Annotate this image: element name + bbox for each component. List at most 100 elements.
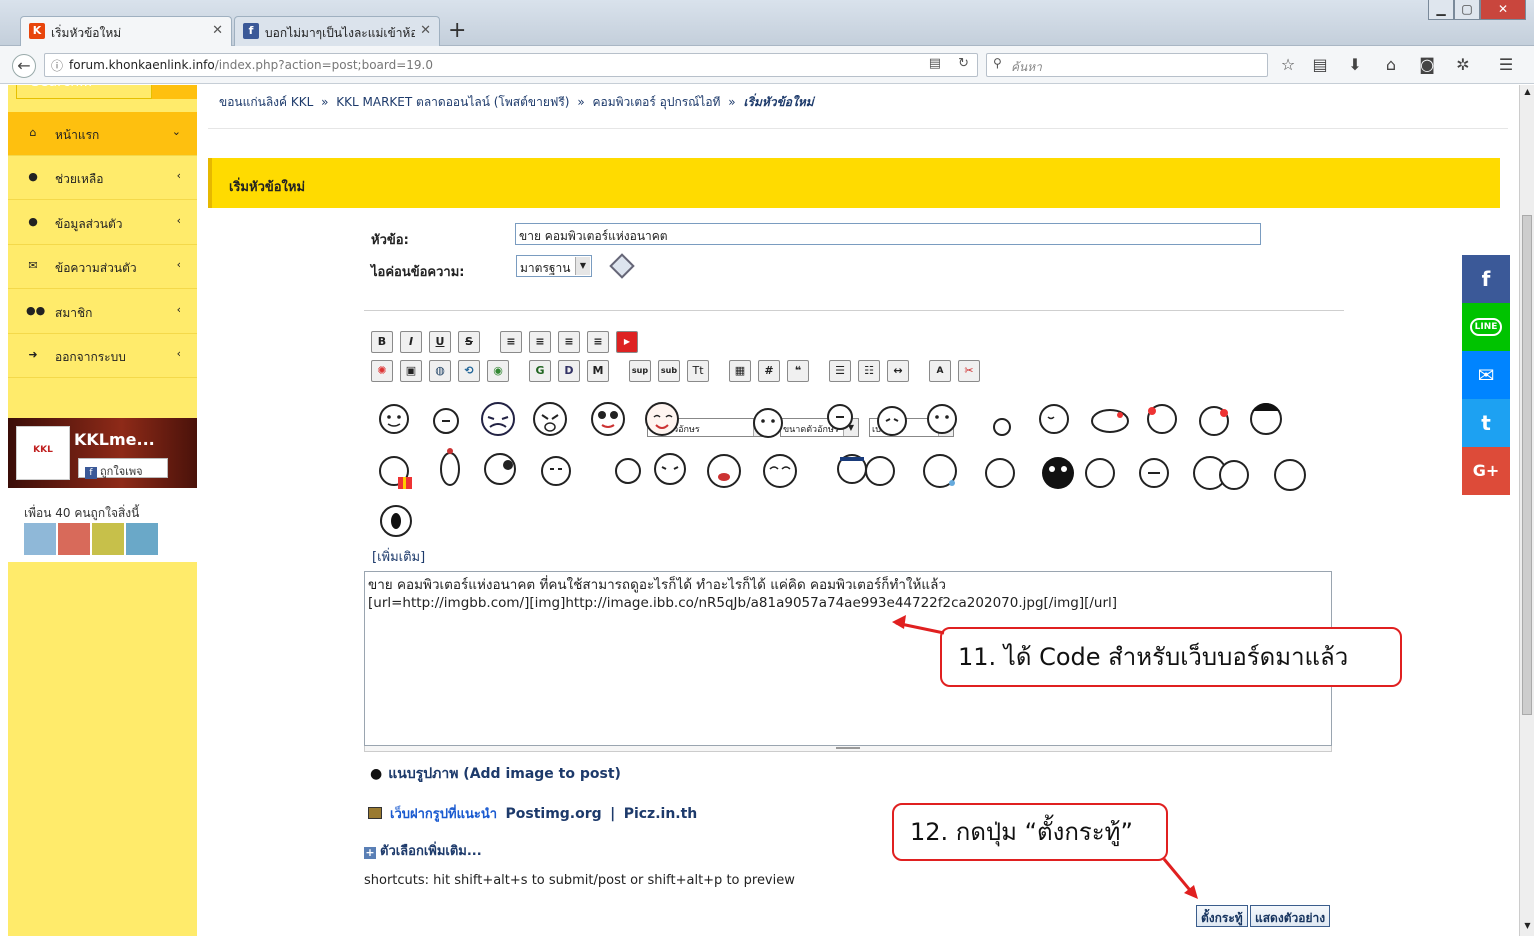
sidebar-item-members[interactable]: ●● สมาชิก ‹: [8, 290, 197, 334]
search-input[interactable]: ⚲ ค้นหา: [986, 53, 1268, 77]
smiley-icon[interactable]: [865, 456, 895, 486]
smiley-icon[interactable]: [440, 448, 460, 486]
strikethrough-button[interactable]: S: [458, 331, 480, 353]
font-size-icon[interactable]: A: [929, 360, 951, 382]
smiley-icon[interactable]: [1039, 404, 1069, 434]
postimg-link[interactable]: Postimg.org: [505, 806, 601, 822]
bookmarks-list-icon[interactable]: ▤: [1310, 55, 1330, 75]
bold-button[interactable]: B: [371, 331, 393, 353]
scroll-down-icon[interactable]: ▼: [1520, 919, 1534, 933]
remove-format-icon[interactable]: ✂: [958, 360, 980, 382]
friend-avatar[interactable]: [58, 523, 90, 555]
picz-link[interactable]: Picz.in.th: [624, 806, 698, 822]
close-icon[interactable]: ✕: [420, 23, 431, 38]
smiley-icon[interactable]: [1274, 459, 1306, 491]
smiley-icon[interactable]: [927, 404, 957, 434]
friend-avatar[interactable]: [92, 523, 124, 555]
subject-input[interactable]: ขาย คอมพิวเตอร์แห่งอนาคต: [515, 223, 1261, 245]
flash-icon[interactable]: ✺: [371, 360, 393, 382]
sidebar-item-logout[interactable]: ➜ ออกจากระบบ ‹: [8, 334, 197, 378]
italic-button[interactable]: I: [400, 331, 422, 353]
post-topic-button[interactable]: ตั้งกระทู้: [1196, 905, 1248, 927]
smiley-icon[interactable]: [541, 456, 571, 486]
smiley-icon[interactable]: [380, 505, 412, 537]
smiley-icon[interactable]: [645, 402, 679, 436]
align-right-icon[interactable]: ≡: [587, 331, 609, 353]
tab-new-topic[interactable]: K เริ่มหัวข้อใหม่ ✕: [20, 16, 232, 46]
smiley-icon[interactable]: [654, 453, 686, 485]
url-bar[interactable]: ⓘ forum.khonkaenlink.info/index.php?acti…: [44, 53, 978, 77]
shadow-icon[interactable]: D: [558, 360, 580, 382]
tab-facebook[interactable]: f บอกไม่มาๆเป็นไงละแม่เข้าห้องส ✕: [234, 16, 440, 46]
align-justify-icon[interactable]: ≡: [529, 331, 551, 353]
more-options-toggle[interactable]: + ตัวเลือกเพิ่มเติม...: [364, 840, 482, 861]
page-scrollbar[interactable]: ▲ ▼: [1519, 85, 1534, 936]
sidebar-item-home[interactable]: ⌂ หน้าแรก ⌄: [8, 112, 197, 156]
youtube-icon[interactable]: ▶: [616, 331, 638, 353]
smiley-icon[interactable]: [1199, 406, 1229, 436]
smiley-icon[interactable]: [1042, 457, 1074, 489]
google-plus-share-button[interactable]: G+: [1462, 447, 1510, 495]
home-icon[interactable]: ⌂: [1381, 55, 1401, 75]
smiley-icon[interactable]: [1250, 403, 1282, 435]
pocket-icon[interactable]: ◙: [1417, 55, 1437, 75]
window-close-button[interactable]: ✕: [1480, 0, 1526, 20]
smiley-icon[interactable]: [533, 402, 567, 436]
smiley-icon[interactable]: [753, 408, 783, 438]
smiley-icon[interactable]: [1091, 409, 1129, 433]
superscript-button[interactable]: sup: [629, 360, 651, 382]
line-share-button[interactable]: LINE: [1462, 303, 1510, 351]
smiley-icon[interactable]: [1147, 404, 1177, 434]
underline-button[interactable]: U: [429, 331, 451, 353]
horizontal-rule-icon[interactable]: ↔: [887, 360, 909, 382]
twitter-share-button[interactable]: t: [1462, 399, 1510, 447]
smiley-icon[interactable]: [837, 454, 867, 484]
smiley-icon[interactable]: [1085, 458, 1115, 488]
scrollbar-thumb[interactable]: [1522, 215, 1532, 715]
close-icon[interactable]: ✕: [212, 23, 223, 38]
breadcrumb-link[interactable]: คอมพิวเตอร์ อุปกรณ์ไอที: [592, 95, 720, 109]
numbered-list-icon[interactable]: ☷: [858, 360, 880, 382]
smiley-icon[interactable]: [827, 404, 853, 430]
hyperlink-icon[interactable]: ◍: [429, 360, 451, 382]
smiley-icon[interactable]: [877, 406, 907, 436]
table-icon[interactable]: ▦: [729, 360, 751, 382]
minimize-button[interactable]: ▁: [1428, 0, 1454, 20]
bookmark-star-icon[interactable]: ☆: [1278, 55, 1298, 75]
sidebar-search-button[interactable]: Go: [152, 85, 197, 99]
smiley-icon[interactable]: [481, 402, 515, 436]
download-icon[interactable]: ⬇: [1345, 55, 1365, 75]
preview-button[interactable]: แสดงตัวอย่าง: [1250, 905, 1331, 927]
new-tab-button[interactable]: +: [448, 18, 466, 43]
friend-avatar[interactable]: [24, 523, 56, 555]
smiley-icon[interactable]: [379, 456, 412, 489]
smiley-icon[interactable]: [615, 458, 641, 484]
smiley-icon[interactable]: [993, 418, 1011, 436]
smiley-icon[interactable]: [433, 408, 459, 434]
smiley-icon[interactable]: [591, 402, 625, 436]
subscript-button[interactable]: sub: [658, 360, 680, 382]
sidebar-item-profile[interactable]: ● ข้อมูลส่วนตัว ‹: [8, 201, 197, 245]
smiley-icon[interactable]: [379, 404, 409, 434]
smiley-icon[interactable]: [763, 454, 797, 488]
reload-icon[interactable]: ↻: [958, 56, 969, 71]
breadcrumb-link[interactable]: ขอนแก่นลิงค์ KKL: [219, 95, 313, 109]
messenger-share-button[interactable]: ✉: [1462, 351, 1510, 399]
sidebar-search-input[interactable]: Search...: [16, 85, 152, 99]
menu-icon[interactable]: ☰: [1496, 55, 1516, 75]
reader-view-icon[interactable]: ▤: [929, 56, 941, 71]
fb-like-page-button[interactable]: f ถูกใจเพจ: [78, 458, 168, 479]
more-smileys-link[interactable]: [เพิ่มเติม]: [372, 546, 425, 567]
glow-icon[interactable]: G: [529, 360, 551, 382]
maximize-button[interactable]: ▢: [1454, 0, 1480, 20]
image-icon[interactable]: ▣: [400, 360, 422, 382]
smiley-icon[interactable]: [1139, 458, 1169, 488]
quote-icon[interactable]: ❝: [787, 360, 809, 382]
breadcrumb-link[interactable]: KKL MARKET ตลาดออนไลน์ (โพสต์ขายฟรี): [336, 95, 569, 109]
bulleted-list-icon[interactable]: ☰: [829, 360, 851, 382]
smiley-icon[interactable]: [923, 454, 957, 488]
align-center-icon[interactable]: ≡: [558, 331, 580, 353]
fb-page-name[interactable]: KKLme...: [74, 430, 155, 449]
sidebar-item-messages[interactable]: ✉ ข้อความส่วนตัว ‹: [8, 245, 197, 289]
scroll-up-icon[interactable]: ▲: [1520, 85, 1534, 99]
